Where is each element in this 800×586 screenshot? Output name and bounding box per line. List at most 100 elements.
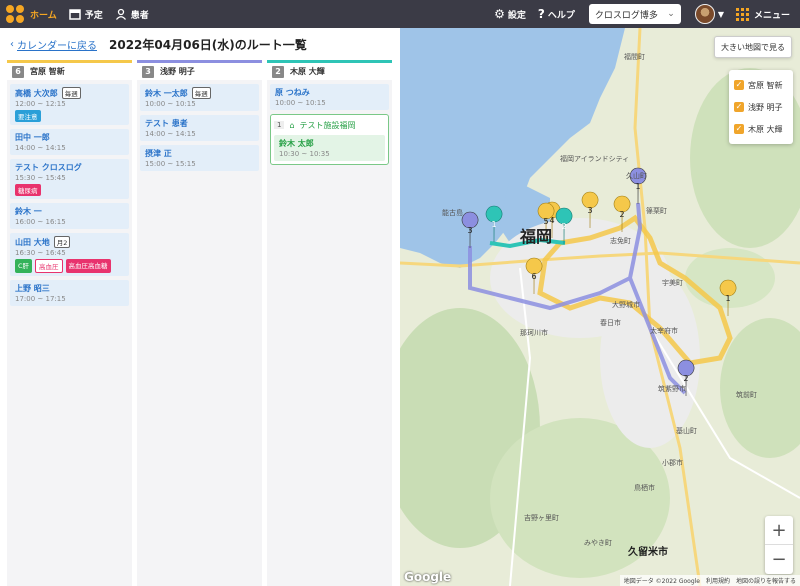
status-badge: 高血圧高血糖	[65, 259, 111, 273]
nav-settings[interactable]: ⚙ 設定	[488, 0, 532, 28]
chevron-left-icon: ‹	[10, 38, 14, 50]
map-label-ogori: 小郡市	[662, 459, 683, 467]
visit-time: 16:00 ~ 16:15	[15, 218, 66, 226]
visit-time: 10:30 ~ 10:35	[279, 150, 330, 158]
staff-column-header: 2 木原 大輝	[267, 60, 392, 80]
facility-card[interactable]: 1 ⌂ テスト施設福岡 鈴木 太郎 10:30 ~ 10:35	[270, 114, 389, 165]
map-label-yoshinogari: 吉野ヶ里町	[524, 514, 559, 522]
visit-card[interactable]: 高橋 大次郎 毎週 12:00 ~ 12:15 要注意	[10, 84, 129, 125]
facility-name: テスト施設福岡	[299, 120, 356, 130]
map-label-nokonoshima: 能古島	[442, 209, 463, 217]
legend-item[interactable]: ✓ 宮原 智新	[734, 74, 788, 96]
grid-menu-icon	[735, 7, 749, 21]
patient-name: 田中 一郎	[15, 133, 50, 142]
staff-name: 浅野 明子	[160, 67, 195, 76]
map-label-miyaki: みやき町	[584, 539, 612, 547]
nav-schedule-label: 予定	[84, 10, 103, 21]
patient-name: テスト 患者	[145, 119, 188, 128]
map-label-chikuzen: 筑前町	[736, 391, 757, 399]
nav-menu[interactable]: メニュー	[730, 0, 800, 28]
staff-columns: 6 宮原 智新 高橋 大次郎 毎週 12:00 ~ 12:15 要注意 田中 一郎…	[7, 60, 392, 586]
visit-time: 15:00 ~ 15:15	[145, 160, 196, 168]
checkbox-checked-icon: ✓	[734, 102, 744, 112]
legend-label: 浅野 明子	[748, 102, 783, 112]
patient-name: 摂津 正	[145, 149, 172, 158]
map-label-sasaguri: 篠栗町	[646, 207, 667, 215]
patient-name: 山田 大地	[15, 237, 50, 247]
map-label-dazaifu: 太宰府市	[650, 327, 678, 335]
visit-time: 15:30 ~ 15:45	[15, 174, 66, 182]
enlarge-map-button[interactable]: 大きい地図で見る	[714, 36, 792, 58]
legend-item[interactable]: ✓ 木原 大輝	[734, 118, 788, 140]
legend-label: 宮原 智新	[748, 80, 783, 90]
nav-help-label: ヘルプ	[547, 10, 575, 21]
question-icon: ?	[537, 7, 545, 21]
visit-card[interactable]: 原 つねみ 10:00 ~ 10:15	[270, 84, 389, 110]
nav-home-label: ホーム	[30, 10, 57, 21]
status-badge: 要注意	[15, 110, 41, 122]
map-label-island-city: 福岡アイランドシティ	[560, 155, 630, 163]
checkbox-checked-icon: ✓	[734, 124, 744, 134]
legend-item[interactable]: ✓ 浅野 明子	[734, 96, 788, 118]
user-menu[interactable]: ▼	[689, 0, 730, 28]
visit-time: 10:00 ~ 10:15	[275, 99, 326, 107]
visit-time: 10:00 ~ 10:15	[145, 100, 196, 108]
staff-column: 2 木原 大輝 原 つねみ 10:00 ~ 10:15 1 ⌂ テスト施設福岡 …	[267, 60, 392, 586]
legend-label: 木原 大輝	[748, 124, 783, 134]
visit-card[interactable]: 鈴木 一太郎 毎週 10:00 ~ 10:15	[140, 84, 259, 111]
map-label-kasuya: 久山町	[626, 172, 647, 180]
route-list-panel: ‹ カレンダーに戻る 2022年04月06日(水)のルート一覧 6 宮原 智新 …	[0, 28, 400, 586]
google-logo: Google	[404, 570, 452, 584]
nav-schedule[interactable]: 予定	[63, 0, 109, 28]
logo-icon	[6, 5, 24, 23]
facility-step: 1	[274, 121, 285, 129]
map-label-kiyama: 基山町	[676, 427, 697, 435]
zoom-control: + −	[765, 516, 793, 574]
visit-time: 12:00 ~ 12:15	[15, 100, 66, 108]
chevron-down-icon: ⌄	[667, 9, 675, 19]
visit-card[interactable]: テスト クロスログ 15:30 ~ 15:45 糖尿病	[10, 159, 129, 199]
repeat-tag: 月2	[53, 236, 71, 248]
visit-card[interactable]: 摂津 正 15:00 ~ 15:15	[140, 145, 259, 171]
nav-menu-label: メニュー	[753, 10, 790, 21]
visit-time: 16:30 ~ 16:45	[15, 249, 66, 257]
avatar	[694, 4, 715, 24]
visit-card[interactable]: 田中 一郎 14:00 ~ 14:15	[10, 129, 129, 155]
zoom-out-button[interactable]: −	[765, 545, 793, 574]
visit-card[interactable]: 山田 大地 月2 16:30 ~ 16:45 C肝 高血圧 高血圧高血糖	[10, 233, 129, 276]
top-nav: ホーム 予定 患者 ⚙ 設定 ? ヘルプ クロスログ博多 ⌄ ▼ メニュー	[0, 0, 800, 28]
map-label-fukuma: 福間町	[624, 53, 645, 61]
caret-down-icon: ▼	[717, 9, 724, 19]
repeat-tag: 毎週	[61, 87, 81, 99]
nav-home[interactable]: ホーム	[0, 0, 63, 28]
person-icon	[115, 8, 126, 20]
nav-patients-label: 患者	[130, 10, 149, 21]
zoom-in-button[interactable]: +	[765, 516, 793, 545]
visit-count: 6	[12, 65, 24, 78]
calendar-icon	[68, 9, 81, 20]
visit-card[interactable]: 鈴木 一 16:00 ~ 16:15	[10, 203, 129, 229]
route-map[interactable]: 1 2 3 1 2 3 4 5 6 1 2 福岡 久留米市 福間町 能古島 福岡…	[400, 28, 800, 586]
staff-name: 木原 大輝	[290, 67, 325, 76]
map-label-onojo: 大野城市	[612, 301, 640, 309]
map-label-tosu: 鳥栖市	[634, 484, 655, 492]
status-badge: C肝	[15, 259, 33, 273]
staff-column: 3 浅野 明子 鈴木 一太郎 毎週 10:00 ~ 10:15 テスト 患者 14…	[137, 60, 262, 586]
facility-visit[interactable]: 鈴木 太郎 10:30 ~ 10:35	[274, 135, 385, 161]
visit-count: 2	[272, 65, 284, 78]
nav-settings-label: 設定	[507, 10, 526, 21]
nav-patients[interactable]: 患者	[109, 0, 155, 28]
map-label-kasuga: 春日市	[600, 319, 621, 327]
map-attribution[interactable]: 地図データ ©2022 Google 利用規約 地図の誤りを報告する	[619, 575, 800, 586]
facility-select-value: クロスログ博多	[594, 10, 658, 21]
facility-select[interactable]: クロスログ博多 ⌄	[588, 4, 681, 24]
visit-card[interactable]: テスト 患者 14:00 ~ 14:15	[140, 115, 259, 141]
checkbox-checked-icon: ✓	[734, 80, 744, 90]
visit-card[interactable]: 上野 昭三 17:00 ~ 17:15	[10, 280, 129, 306]
patient-name: 原 つねみ	[275, 88, 310, 97]
back-to-calendar-link[interactable]: ‹ カレンダーに戻る	[10, 37, 97, 52]
nav-help[interactable]: ? ヘルプ	[532, 0, 581, 28]
staff-name: 宮原 智新	[30, 67, 65, 76]
visit-time: 14:00 ~ 14:15	[145, 130, 196, 138]
map-label-umi: 宇美町	[662, 279, 683, 287]
